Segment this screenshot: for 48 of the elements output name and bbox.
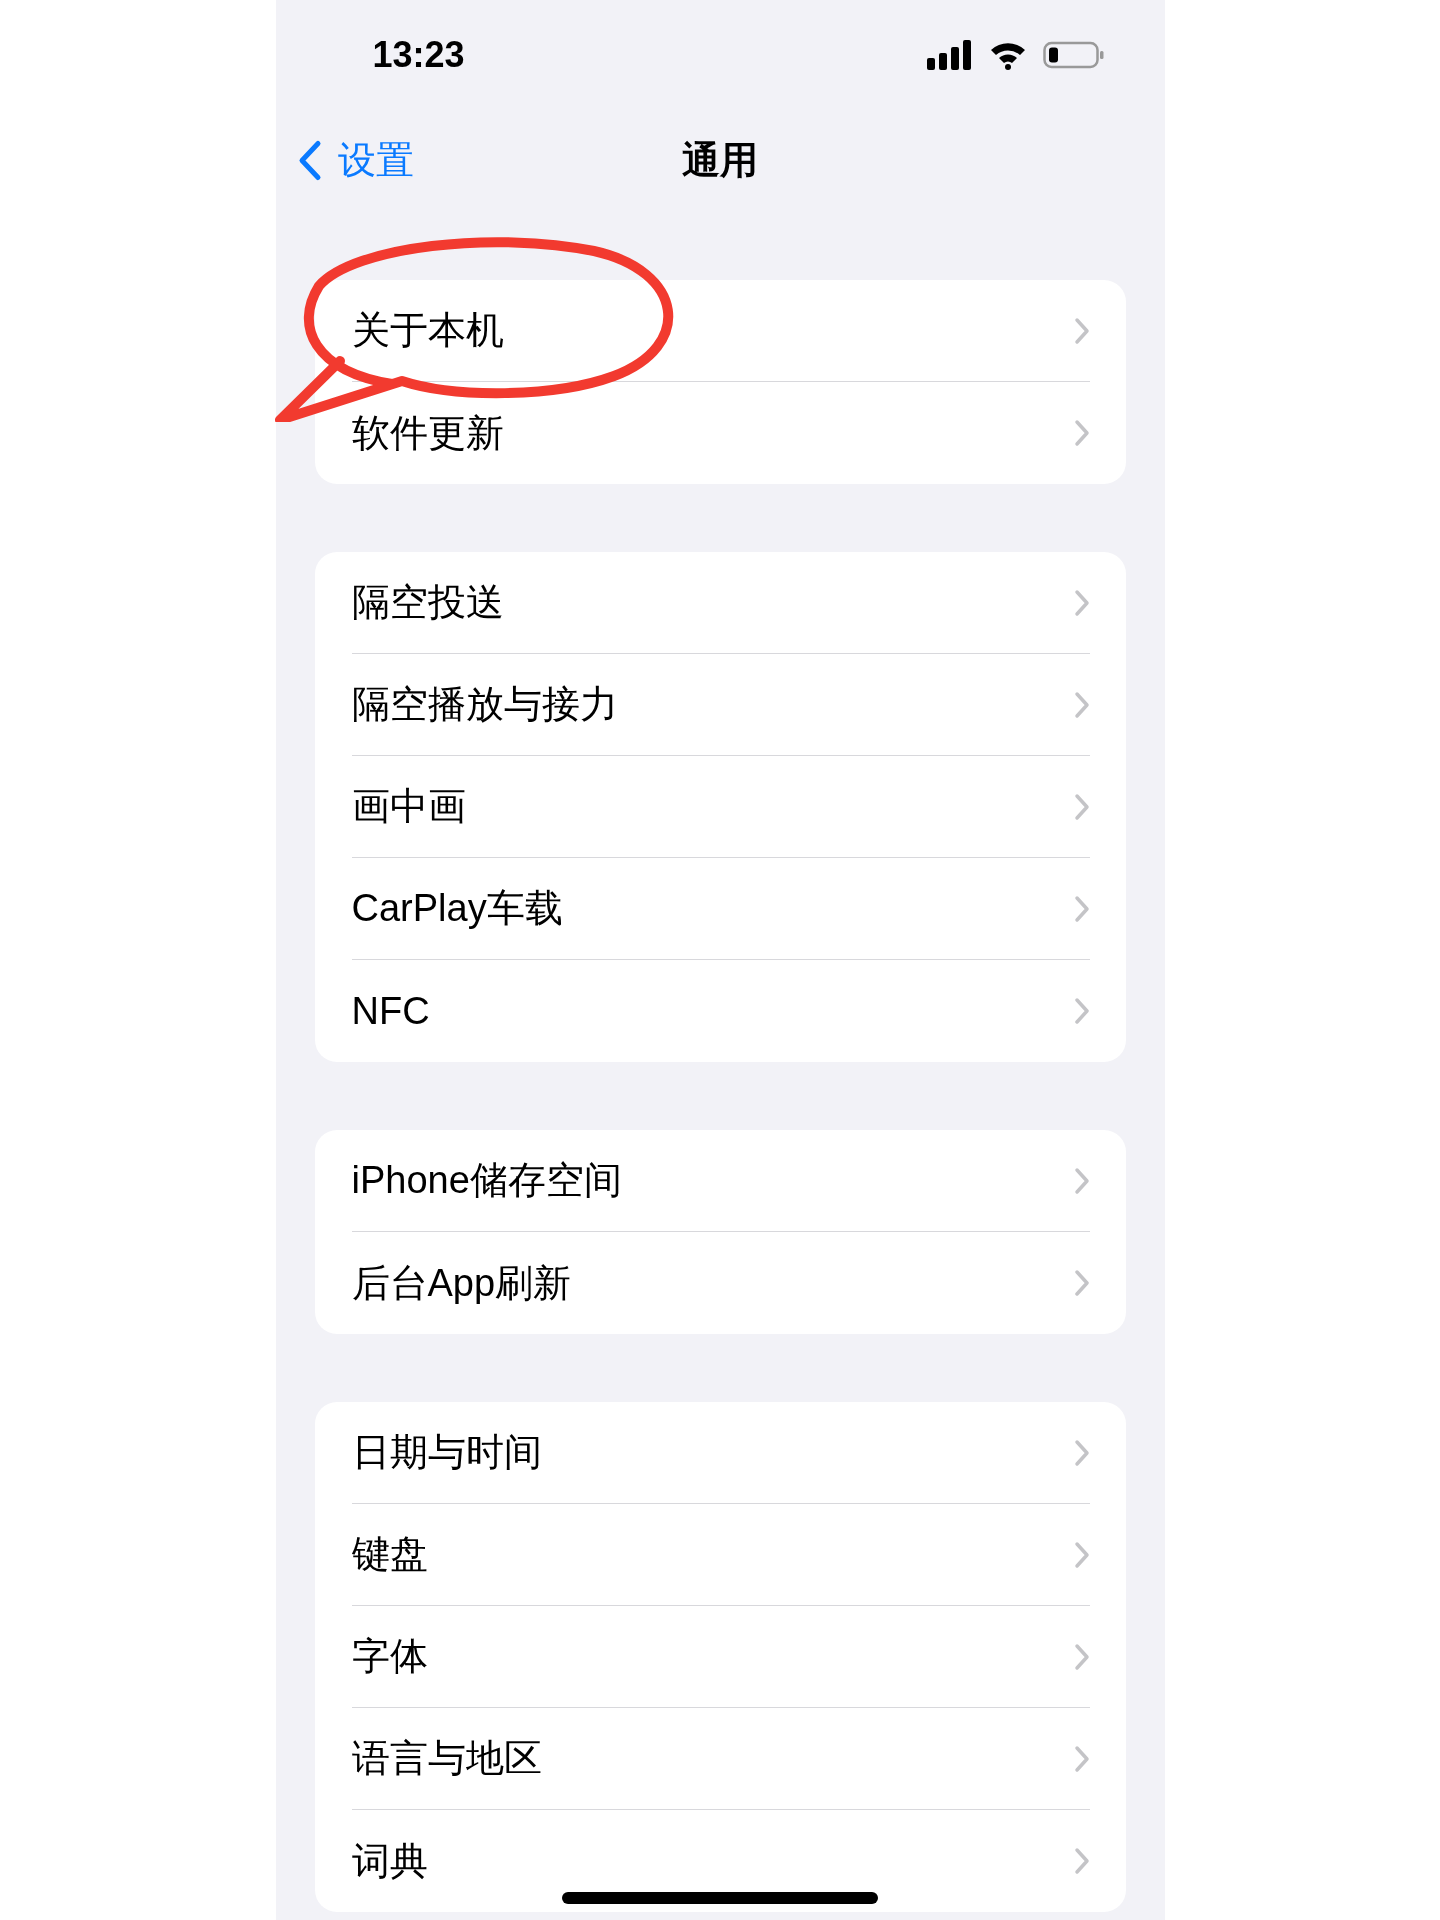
row-label: 键盘: [351, 1532, 428, 1577]
chevron-right-icon: [1073, 588, 1090, 617]
row-label: 日期与时间: [351, 1430, 542, 1475]
row-label: 词典: [351, 1838, 428, 1884]
settings-row[interactable]: 字体: [314, 1606, 1126, 1708]
back-button[interactable]: 设置: [297, 131, 414, 189]
settings-row[interactable]: 隔空播放与接力: [314, 654, 1126, 756]
row-label: 关于本机: [351, 308, 504, 353]
settings-row[interactable]: 隔空投送: [314, 552, 1126, 654]
row-label: 后台App刷新: [351, 1260, 572, 1306]
back-chevron-icon: [297, 139, 322, 181]
chevron-right-icon: [1073, 1847, 1090, 1875]
chevron-right-icon: [1073, 316, 1090, 345]
status-time: 13:23: [372, 33, 465, 77]
battery-icon: [1042, 40, 1105, 70]
chevron-right-icon: [1073, 1269, 1090, 1297]
row-label: 字体: [351, 1634, 428, 1679]
settings-row[interactable]: 画中画: [314, 756, 1126, 858]
page-title: 通用: [682, 137, 758, 183]
settings-row[interactable]: 关于本机: [314, 280, 1126, 382]
settings-row[interactable]: iPhone储存空间: [314, 1130, 1126, 1232]
settings-row[interactable]: 软件更新: [314, 382, 1126, 484]
chevron-right-icon: [1073, 690, 1090, 719]
chevron-right-icon: [1073, 1744, 1090, 1773]
chevron-right-icon: [1073, 1166, 1090, 1195]
settings-row[interactable]: 词典: [314, 1810, 1126, 1912]
settings-row[interactable]: CarPlay车载: [314, 858, 1126, 960]
chevron-right-icon: [1073, 1642, 1090, 1671]
chevron-right-icon: [1073, 997, 1090, 1025]
chevron-right-icon: [1073, 1540, 1090, 1569]
settings-row[interactable]: 语言与地区: [314, 1708, 1126, 1810]
settings-row[interactable]: 日期与时间: [314, 1402, 1126, 1504]
row-label: NFC: [351, 988, 430, 1034]
chevron-right-icon: [1073, 894, 1090, 923]
settings-row[interactable]: NFC: [314, 960, 1126, 1062]
settings-row[interactable]: 键盘: [314, 1504, 1126, 1606]
chevron-right-icon: [1073, 792, 1090, 821]
row-label: 软件更新: [351, 410, 504, 456]
chevron-right-icon: [1073, 1438, 1090, 1467]
settings-row[interactable]: 后台App刷新: [314, 1232, 1126, 1334]
row-label: 语言与地区: [351, 1736, 542, 1781]
row-label: 画中画: [351, 784, 466, 829]
chevron-right-icon: [1073, 419, 1090, 447]
row-label: CarPlay车载: [351, 886, 563, 931]
row-label: 隔空播放与接力: [351, 682, 618, 727]
signal-icon: [926, 40, 973, 70]
row-label: iPhone储存空间: [351, 1158, 622, 1203]
row-label: 隔空投送: [351, 580, 504, 625]
